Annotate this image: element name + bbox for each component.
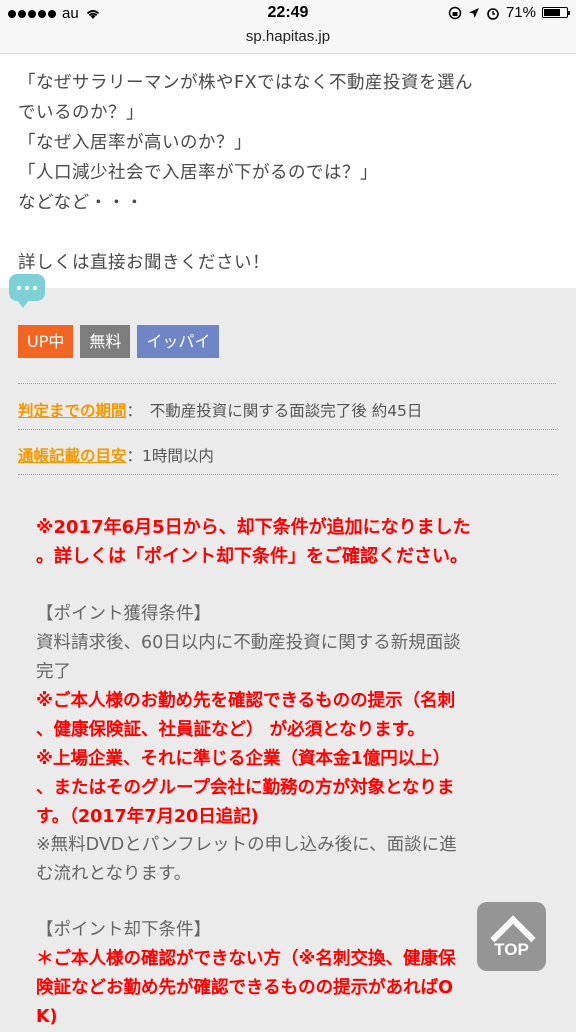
chat-bubble-icon[interactable]	[9, 274, 45, 308]
url-text: sp.hapitas.jp	[245, 28, 331, 45]
intro-line: 「なぜサラリーマンが株やFXではなく不動産投資を選ん	[18, 73, 474, 93]
conditions-red-line: ※ご本人様のお勤め先を確認できるものの提示（名刺	[36, 691, 456, 711]
tag-list: UP中 無料 イッパイ	[18, 325, 220, 358]
battery-percent: 71%	[505, 4, 536, 21]
rotation-lock-icon	[448, 6, 462, 19]
intro-line: 「なぜ入居率が高いのか？」	[18, 133, 252, 153]
scroll-top-button[interactable]: TOP	[477, 902, 546, 971]
conditions-red-line: 、またはそのグループ会社に勤務の方が対象となりま	[36, 778, 455, 798]
status-bar: au 22:49 71%	[0, 0, 576, 26]
location-icon	[468, 7, 479, 18]
description-box: 「なぜサラリーマンが株やFXではなく不動産投資を選ん でいるのか？」 「なぜ入居…	[0, 54, 576, 288]
conditions-red: ※ご本人様のお勤め先を確認できるものの提示（名刺 、健康保険証、社員証など） が…	[36, 687, 556, 832]
conditions-note-line: ※無料DVDとパンフレットの申し込み後に、面談に進	[36, 835, 457, 855]
intro-line: などなど・・・	[18, 193, 144, 213]
divider	[18, 474, 556, 475]
tag-up: UP中	[18, 325, 74, 358]
conditions-text-line: 完了	[36, 662, 71, 682]
notice-line: 。詳しくは「ポイント却下条件」をご確認ください。	[36, 546, 468, 567]
alarm-icon	[487, 7, 499, 20]
intro-line: 「人口減少社会で入居率が下がるのでは？」	[18, 163, 378, 183]
period-label[interactable]: 判定までの期間	[18, 402, 127, 420]
conditions-red-line: ※上場企業、それに準じる企業（資本金1億円以上）	[36, 749, 451, 769]
reject-red-line: K)	[36, 1007, 58, 1027]
conditions-text: 資料請求後、60日以内に不動産投資に関する新規面談 完了	[36, 629, 556, 687]
reject-red-line: 険証などお勤め先が確認できるものの提示があればO	[36, 978, 454, 998]
top-label: TOP	[494, 940, 529, 959]
battery-icon	[542, 7, 570, 18]
intro-closing: 詳しくは直接お聞きください！	[18, 253, 270, 273]
period-value: ： 不動産投資に関する面談完了後 約45日	[126, 402, 423, 420]
notice-line: ※2017年6月5日から、却下条件が追加になりました	[36, 517, 471, 538]
tag-free: 無料	[80, 325, 131, 358]
passbook-label[interactable]: 通帳記載の目安	[18, 447, 127, 465]
conditions-heading: 【ポイント獲得条件】	[36, 604, 211, 624]
passbook-row: 通帳記載の目安：1時間以内	[18, 444, 214, 466]
period-row: 判定までの期間： 不動産投資に関する面談完了後 約45日	[18, 399, 422, 421]
intro-line: でいるのか？」	[18, 103, 144, 123]
conditions-text-line: 資料請求後、60日以内に不動産投資に関する新規面談	[36, 633, 461, 653]
conditions-red-line: 、健康保険証、社員証など） が必須となります。	[36, 720, 425, 740]
divider	[18, 429, 556, 430]
divider	[18, 383, 556, 384]
conditions-red-line: す。（2017年7月20日追記)	[36, 807, 259, 827]
url-bar[interactable]: sp.hapitas.jp	[0, 26, 576, 54]
conditions-note-line: む流れとなります。	[36, 864, 192, 884]
passbook-value: ：1時間以内	[126, 447, 214, 465]
conditions-note: ※無料DVDとパンフレットの申し込み後に、面談に進 む流れとなります。	[36, 831, 556, 889]
notice: ※2017年6月5日から、却下条件が追加になりました 。詳しくは「ポイント却下条…	[36, 513, 556, 571]
tag-many: イッパイ	[137, 325, 220, 358]
